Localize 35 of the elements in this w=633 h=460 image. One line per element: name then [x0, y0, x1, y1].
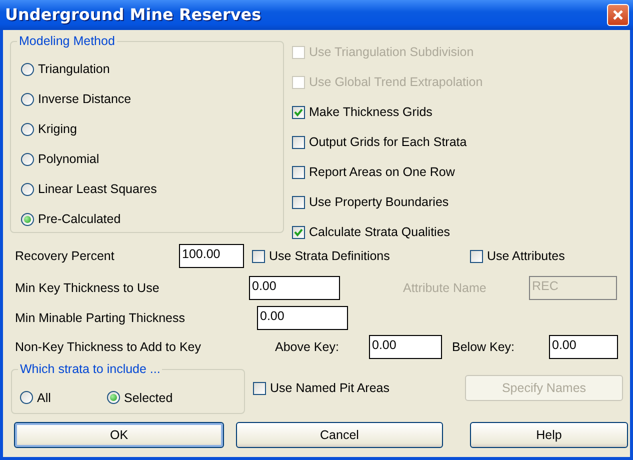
checkbox-label: Calculate Strata Qualities	[309, 224, 450, 240]
checkbox-label: Use Named Pit Areas	[270, 380, 390, 396]
dialog-button[interactable]: OK	[14, 422, 224, 448]
checkbox-label: Use Global Trend Extrapolation	[309, 74, 483, 90]
checkbox-label: Use Triangulation Subdivision	[309, 44, 474, 60]
radio-label: Kriging	[38, 121, 77, 137]
dialog-button[interactable]: Cancel	[236, 422, 443, 448]
checkbox-label: Output Grids for Each Strata	[309, 134, 467, 150]
field-label: Non-Key Thickness to Add to Key	[14, 338, 202, 356]
field-label: Below Key:	[452, 338, 516, 356]
radio-label: Linear Least Squares	[38, 181, 157, 197]
input-field[interactable]: 100.00	[179, 244, 244, 268]
checkbox-label: Use Property Boundaries	[309, 194, 449, 210]
field-label: Above Key:	[275, 338, 340, 356]
radio-label: Pre-Calculated	[38, 211, 121, 227]
checkbox-label: Report Areas on One Row	[309, 164, 455, 180]
dialog-button[interactable]: Help	[470, 422, 628, 448]
input-field[interactable]: 0.00	[369, 335, 442, 359]
input-field[interactable]: 0.00	[257, 306, 348, 330]
field-label: Min Minable Parting Thickness	[14, 310, 186, 327]
input-field[interactable]: 0.00	[249, 276, 340, 300]
field-label: Min Key Thickness to Use	[14, 280, 160, 297]
group-title: Modeling Method	[17, 33, 117, 49]
radio-label: Inverse Distance	[38, 91, 132, 107]
checkbox-label: Make Thickness Grids	[309, 104, 432, 120]
checkbox-label: Use Attributes	[487, 248, 565, 264]
radio-label: Polynomial	[38, 151, 100, 167]
radio-label: All	[37, 390, 51, 406]
field-label: Attribute Name	[403, 280, 488, 297]
window-title: Underground Mine Reserves	[5, 4, 262, 26]
radio-label: Selected	[124, 390, 173, 406]
input-field[interactable]: 0.00	[549, 335, 618, 359]
radio-label: Triangulation	[38, 61, 110, 77]
checkbox-label: Use Strata Definitions	[269, 248, 390, 264]
field-label: Recovery Percent	[14, 248, 116, 265]
